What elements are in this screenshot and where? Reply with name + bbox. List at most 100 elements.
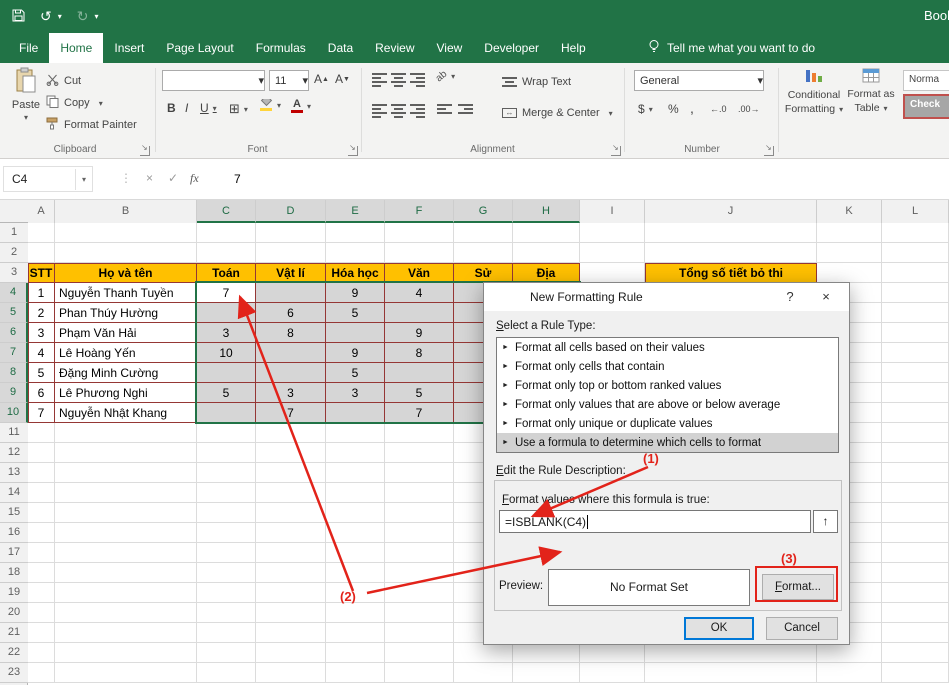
cell-D7[interactable] [256, 343, 326, 363]
tab-review[interactable]: Review [364, 33, 425, 63]
cell-C4[interactable]: 7 [197, 283, 256, 303]
cell-style-normal[interactable]: Norma [903, 70, 949, 91]
cell-C8[interactable] [197, 363, 256, 383]
conditional-formatting-button[interactable]: Conditional Formatting [786, 68, 842, 115]
font-color-button[interactable]: A [291, 99, 311, 113]
cell-C5[interactable] [197, 303, 256, 323]
cell-C10[interactable] [197, 403, 256, 423]
cell-B5[interactable]: Phan Thúy Hường [55, 303, 197, 323]
increase-font-button[interactable]: A▲ [314, 72, 329, 86]
cell-E7[interactable]: 9 [326, 343, 385, 363]
currency-button[interactable]: $ [638, 102, 653, 116]
cell-D4[interactable] [256, 283, 326, 303]
tab-insert[interactable]: Insert [103, 33, 155, 63]
formula-bar-value[interactable]: 7 [234, 172, 241, 186]
cell-E8[interactable]: 5 [326, 363, 385, 383]
cell-B9[interactable]: Lê Phương Nghi [55, 383, 197, 403]
align-left-button[interactable] [372, 104, 387, 118]
rule-type-item-2[interactable]: ►Format only top or bottom ranked values [497, 376, 838, 395]
column-header-A[interactable]: A [28, 200, 55, 223]
bold-button[interactable]: B [167, 101, 176, 115]
column-header-C[interactable]: C [197, 200, 256, 223]
paste-dropdown-icon[interactable]: ▾ [24, 113, 28, 122]
cell-D3[interactable]: Vật lí [256, 263, 326, 283]
dialog-close-button[interactable]: × [811, 283, 841, 311]
qat-customize-icon[interactable]: ▾ [94, 12, 98, 21]
column-header-J[interactable]: J [645, 200, 817, 223]
cell-F6[interactable]: 9 [385, 323, 454, 343]
cell-F3[interactable]: Văn [385, 263, 454, 283]
cancel-button[interactable]: Cancel [766, 617, 838, 640]
cell-B8[interactable]: Đặng Minh Cường [55, 363, 197, 383]
save-icon[interactable] [12, 9, 25, 25]
cell-A8[interactable]: 5 [28, 363, 55, 383]
column-header-K[interactable]: K [817, 200, 882, 223]
cell-C3[interactable]: Toán [197, 263, 256, 283]
underline-button[interactable]: U [200, 101, 217, 115]
cell-E3[interactable]: Hóa học [326, 263, 385, 283]
column-header-D[interactable]: D [256, 200, 326, 223]
cell-G3[interactable]: Sử [454, 263, 513, 283]
redo-button[interactable]: ↻ [77, 8, 89, 25]
decrease-indent-button[interactable] [437, 104, 452, 114]
cancel-entry-button[interactable]: × [146, 171, 153, 185]
wrap-text-button[interactable]: Wrap Text [502, 73, 571, 91]
cell-B10[interactable]: Nguyễn Nhật Khang [55, 403, 197, 423]
font-size-combo[interactable]: 11▾ [269, 70, 309, 91]
font-name-dropdown-icon[interactable]: ▾ [258, 74, 264, 87]
percent-button[interactable]: % [668, 102, 679, 116]
align-middle-button[interactable] [391, 73, 406, 87]
column-header-L[interactable]: L [882, 200, 949, 223]
format-as-table-button[interactable]: Format as Table [844, 68, 898, 114]
cell-A9[interactable]: 6 [28, 383, 55, 403]
column-header-B[interactable]: B [55, 200, 197, 223]
cell-J3[interactable]: Tổng số tiết bỏ thi [645, 263, 817, 283]
copy-button[interactable]: Copy [46, 94, 103, 112]
orientation-button[interactable]: ab [436, 71, 455, 82]
cell-F8[interactable] [385, 363, 454, 383]
cell-F5[interactable] [385, 303, 454, 323]
decrease-decimal-button[interactable]: .00→ [738, 104, 760, 114]
number-format-combo[interactable]: General▾ [634, 70, 764, 91]
cell-D6[interactable]: 8 [256, 323, 326, 343]
rule-type-item-5[interactable]: ►Use a formula to determine which cells … [497, 433, 838, 452]
collapse-dialog-button[interactable]: ↑ [813, 510, 838, 533]
align-bottom-button[interactable] [410, 73, 425, 87]
confirm-entry-button[interactable]: ✓ [168, 171, 178, 185]
tab-help[interactable]: Help [550, 33, 597, 63]
font-dialog-launcher-icon[interactable] [348, 146, 358, 156]
tab-data[interactable]: Data [317, 33, 364, 63]
cell-E10[interactable] [326, 403, 385, 423]
number-dialog-launcher-icon[interactable] [764, 146, 774, 156]
insert-function-button[interactable]: fx [190, 171, 199, 186]
italic-button[interactable]: I [185, 101, 188, 115]
cell-D5[interactable]: 6 [256, 303, 326, 323]
undo-button[interactable]: ↺ [40, 8, 52, 25]
font-size-dropdown-icon[interactable]: ▾ [302, 74, 308, 87]
tab-page-layout[interactable]: Page Layout [155, 33, 244, 63]
cut-button[interactable]: Cut [46, 72, 81, 90]
format-painter-button[interactable]: Format Painter [46, 116, 137, 134]
alignment-dialog-launcher-icon[interactable] [611, 146, 621, 156]
cell-A10[interactable]: 7 [28, 403, 55, 423]
cell-E5[interactable]: 5 [326, 303, 385, 323]
cell-C9[interactable]: 5 [197, 383, 256, 403]
align-top-button[interactable] [372, 73, 387, 87]
cell-B4[interactable]: Nguyễn Thanh Tuyền [55, 283, 197, 303]
paste-button[interactable]: Paste ▾ [6, 67, 46, 122]
tab-file[interactable]: File [8, 33, 49, 63]
ok-button[interactable]: OK [684, 617, 754, 640]
column-header-G[interactable]: G [454, 200, 513, 223]
tab-view[interactable]: View [426, 33, 474, 63]
rule-type-item-4[interactable]: ►Format only unique or duplicate values [497, 414, 838, 433]
increase-decimal-button[interactable]: ←.0 [710, 104, 727, 114]
increase-indent-button[interactable] [458, 104, 473, 114]
cell-D10[interactable]: 7 [256, 403, 326, 423]
cell-F4[interactable]: 4 [385, 283, 454, 303]
comma-style-button[interactable]: , [690, 100, 694, 116]
format-button[interactable]: Format... [762, 574, 834, 600]
rule-type-item-3[interactable]: ►Format only values that are above or be… [497, 395, 838, 414]
cell-F9[interactable]: 5 [385, 383, 454, 403]
dialog-help-button[interactable]: ? [775, 283, 805, 311]
cell-E4[interactable]: 9 [326, 283, 385, 303]
